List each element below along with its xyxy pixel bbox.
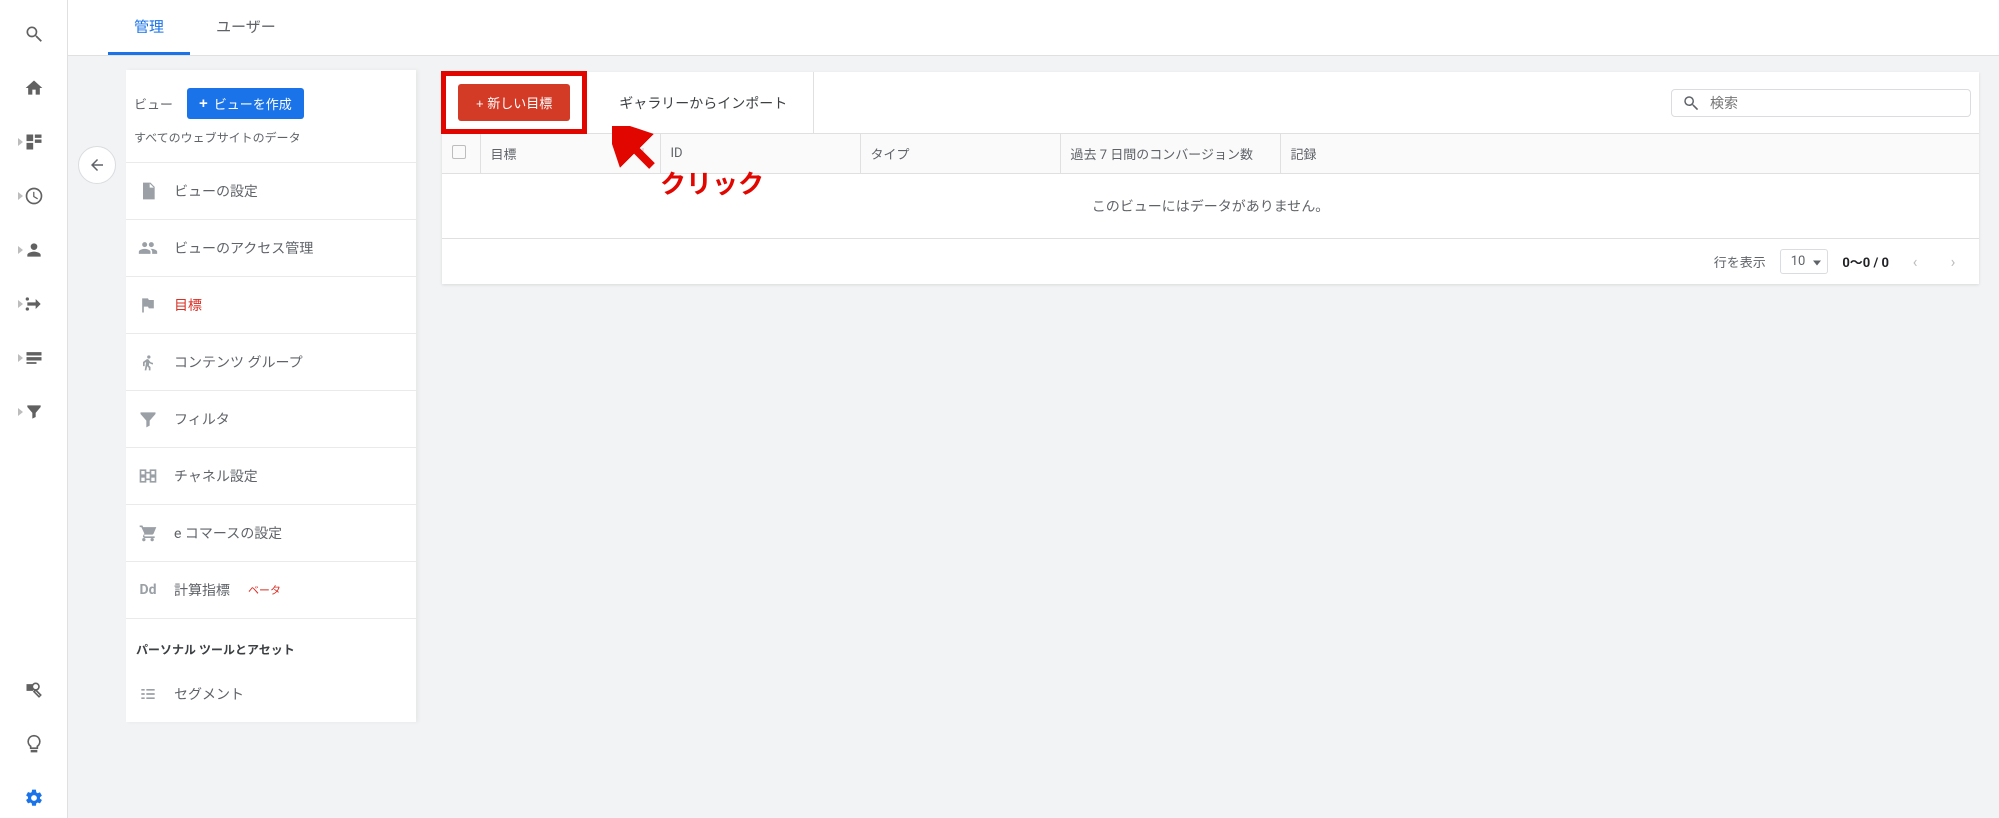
acquisition-icon[interactable] [14, 284, 54, 324]
search-icon [1682, 94, 1700, 112]
search-box[interactable] [1671, 89, 1971, 117]
cart-icon [136, 523, 160, 543]
flag-icon [136, 295, 160, 315]
customization-icon[interactable] [14, 122, 54, 162]
goals-table: 目標 ↓ ID タイプ 過去 7 日間のコンバージョン数 記録 [442, 134, 1979, 174]
sidebar-item-label: ビューのアクセス管理 [174, 238, 313, 258]
sidebar-item-segments[interactable]: セグメント [126, 666, 416, 722]
rows-per-page-select[interactable]: 10 [1780, 249, 1829, 274]
admin-gear-icon[interactable] [14, 778, 54, 818]
sidebar-item-label: セグメント [174, 684, 244, 704]
sidebar-item-label: フィルタ [174, 409, 230, 429]
search-icon[interactable] [14, 14, 54, 54]
col-goal[interactable]: 目標 [491, 148, 517, 163]
funnel-icon [136, 409, 160, 429]
back-button[interactable] [78, 146, 116, 184]
realtime-icon[interactable] [14, 176, 54, 216]
col-type[interactable]: タイプ [860, 134, 1060, 174]
nav-rail [0, 0, 68, 818]
pager-next[interactable]: › [1941, 252, 1965, 271]
sort-indicator-icon: ↓ [636, 144, 649, 163]
sidebar-item-calc-metrics[interactable]: Dd 計算指標 ベータ [126, 561, 416, 618]
sidebar-item-view-settings[interactable]: ビューの設定 [126, 162, 416, 219]
sidebar-item-label: コンテンツ グループ [174, 352, 303, 372]
channel-icon [136, 466, 160, 486]
col-id[interactable]: ID [660, 134, 860, 174]
pager-range: 0～0 / 0 [1842, 252, 1889, 271]
tab-admin[interactable]: 管理 [108, 0, 190, 55]
new-goal-button[interactable]: + 新しい目標 [458, 84, 570, 121]
tab-user[interactable]: ユーザー [190, 0, 302, 55]
segments-icon [136, 684, 160, 704]
sidebar-item-label: e コマースの設定 [174, 523, 282, 543]
sidebar-item-label: 計算指標 [174, 580, 230, 600]
beta-badge: ベータ [248, 582, 281, 598]
home-icon[interactable] [14, 68, 54, 108]
run-icon [136, 352, 160, 372]
select-all-checkbox[interactable] [452, 145, 466, 159]
sidebar-item-goals[interactable]: 目標 [126, 276, 416, 333]
import-from-gallery-link[interactable]: ギャラリーからインポート [593, 72, 814, 133]
top-tabs: 管理 ユーザー [68, 0, 1999, 56]
sidebar-item-label: チャネル設定 [174, 466, 258, 486]
toolbar: + 新しい目標 ギャラリーからインポート [442, 72, 1979, 134]
discover-icon[interactable] [14, 724, 54, 764]
conversions-icon[interactable] [14, 392, 54, 432]
sidebar-item-content-groups[interactable]: コンテンツ グループ [126, 333, 416, 390]
col-recording[interactable]: 記録 [1280, 134, 1979, 174]
sidebar-item-view-access[interactable]: ビューのアクセス管理 [126, 219, 416, 276]
plus-icon: + [199, 96, 208, 111]
new-goal-highlight: + 新しい目標 [441, 71, 587, 134]
sidebar-section-personal: パーソナル ツールとアセット [126, 618, 416, 666]
pager-prev[interactable]: ‹ [1903, 252, 1927, 271]
goals-card: + 新しい目標 ギャラリーからインポート 目 [442, 72, 1979, 284]
search-input[interactable] [1708, 94, 1960, 112]
view-label: ビュー [134, 94, 173, 113]
rows-label: 行を表示 [1714, 252, 1766, 271]
sidebar-item-ecommerce[interactable]: e コマースの設定 [126, 504, 416, 561]
view-subtitle[interactable]: すべてのウェブサイトのデータ [126, 129, 416, 162]
create-view-label: ビューを作成 [214, 94, 292, 113]
col-conversions[interactable]: 過去 7 日間のコンバージョン数 [1060, 134, 1280, 174]
sidebar-item-label: ビューの設定 [174, 181, 258, 201]
create-view-button[interactable]: + ビューを作成 [187, 88, 304, 119]
people-icon [136, 238, 160, 258]
sidebar-item-label: 目標 [174, 295, 202, 315]
view-sidebar: ビュー + ビューを作成 すべてのウェブサイトのデータ ビューの設定 ビューのア… [126, 70, 416, 722]
dd-icon: Dd [136, 582, 160, 598]
audience-icon[interactable] [14, 230, 54, 270]
attribution-icon[interactable] [14, 670, 54, 710]
document-icon [136, 181, 160, 201]
pager: 行を表示 10 0～0 / 0 ‹ › [442, 238, 1979, 284]
sidebar-item-channel-settings[interactable]: チャネル設定 [126, 447, 416, 504]
behavior-icon[interactable] [14, 338, 54, 378]
empty-state-text: このビューにはデータがありません。 [442, 174, 1979, 238]
sidebar-item-filters[interactable]: フィルタ [126, 390, 416, 447]
